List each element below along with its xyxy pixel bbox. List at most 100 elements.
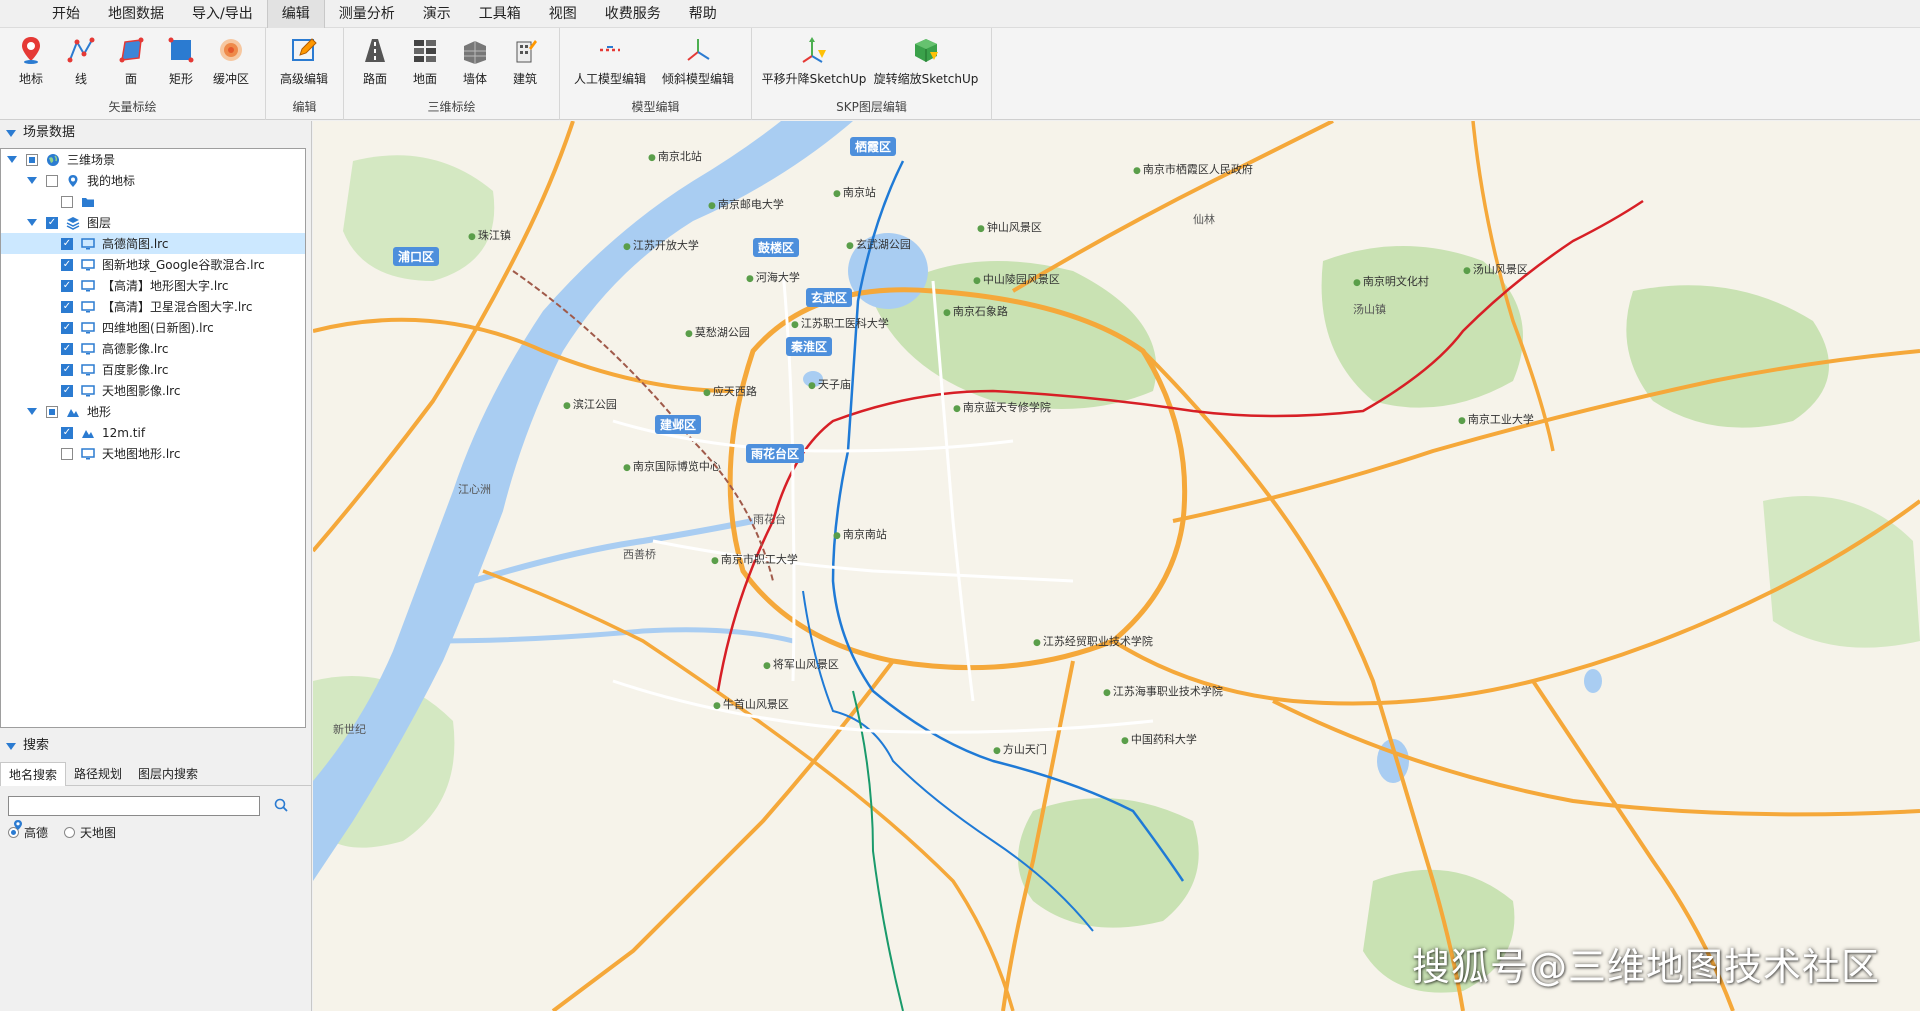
tab-route-planning[interactable]: 路径规划 bbox=[66, 762, 130, 786]
tree-checkbox[interactable]: ✓ bbox=[61, 300, 73, 313]
place-label: 南京蓝天专修学院 bbox=[953, 399, 1051, 415]
place-label: 新世纪 bbox=[333, 723, 366, 736]
search-input[interactable] bbox=[8, 796, 260, 816]
search-title: 搜索 bbox=[23, 738, 50, 753]
tree-checkbox[interactable]: ✓ bbox=[61, 237, 73, 250]
menu-help[interactable]: 帮助 bbox=[675, 0, 731, 28]
place-label: 南京邮电大学 bbox=[708, 196, 784, 212]
road-surface-button[interactable]: 路面 bbox=[350, 32, 400, 92]
expand-icon[interactable] bbox=[27, 177, 37, 184]
expand-icon[interactable] bbox=[27, 219, 37, 226]
map-canvas bbox=[313, 121, 1920, 1011]
tree-terrain-item[interactable]: 天地图地形.lrc bbox=[1, 443, 305, 464]
tree-label: 图层 bbox=[87, 216, 112, 230]
menu-import-export[interactable]: 导入/导出 bbox=[178, 0, 267, 28]
radio-tianditu[interactable] bbox=[64, 827, 76, 838]
advanced-edit-button[interactable]: 高级编辑 bbox=[272, 32, 336, 92]
building-button[interactable]: 建筑 bbox=[500, 32, 550, 92]
place-label: 仙林 bbox=[1193, 213, 1215, 226]
tree-node-root[interactable]: 三维场景 bbox=[1, 149, 305, 170]
ribbon-group-skp-edit: 平移升降SketchUp 旋转缩放SketchUp SKP图层编辑 bbox=[752, 28, 992, 120]
menu-demo[interactable]: 演示 bbox=[409, 0, 465, 28]
district-label: 鼓楼区 bbox=[753, 238, 800, 257]
place-label: 汤山镇 bbox=[1353, 303, 1386, 316]
tree-checkbox[interactable]: ✓ bbox=[61, 279, 73, 292]
ground-label: 地面 bbox=[412, 72, 437, 86]
manual-model-edit-button[interactable]: 人工模型编辑 bbox=[566, 32, 654, 92]
tree-layer-item[interactable]: ✓ 高德简图.lrc bbox=[1, 233, 305, 254]
menu-start[interactable]: 开始 bbox=[38, 0, 94, 28]
tree-checkbox[interactable] bbox=[46, 174, 58, 187]
monitor-icon bbox=[80, 363, 96, 377]
menu-edit[interactable]: 编辑 bbox=[266, 0, 325, 28]
tab-place-search[interactable]: 地名搜索 bbox=[0, 762, 67, 786]
polygon-button[interactable]: 面 bbox=[106, 32, 156, 92]
wall-button[interactable]: 墙体 bbox=[450, 32, 500, 92]
tree-checkbox[interactable] bbox=[61, 447, 73, 460]
tree-layer-item[interactable]: ✓ 百度影像.lrc bbox=[1, 359, 305, 380]
tree-terrain-item[interactable]: ✓ 12m.tif bbox=[1, 422, 305, 443]
menu-map-data[interactable]: 地图数据 bbox=[94, 0, 178, 28]
menu-paid-services[interactable]: 收费服务 bbox=[591, 0, 675, 28]
tree-layer-item[interactable]: ✓ 四维地图(日新图).lrc bbox=[1, 317, 305, 338]
oblique-model-edit-button[interactable]: 倾斜模型编辑 bbox=[654, 32, 742, 92]
tree-checkbox[interactable] bbox=[26, 153, 38, 166]
building-label: 建筑 bbox=[512, 72, 537, 86]
ground-button[interactable]: 地面 bbox=[400, 32, 450, 92]
search-icon[interactable] bbox=[274, 798, 288, 815]
tree-checkbox[interactable]: ✓ bbox=[61, 384, 73, 397]
tree-checkbox[interactable]: ✓ bbox=[61, 426, 73, 439]
landmark-button[interactable]: 地标 bbox=[6, 32, 56, 92]
tree-checkbox[interactable] bbox=[46, 405, 58, 418]
buffer-label: 缓冲区 bbox=[212, 72, 249, 86]
tree-node-layers[interactable]: ✓ 图层 bbox=[1, 212, 305, 233]
expand-icon[interactable] bbox=[7, 156, 17, 163]
place-label: 滨江公园 bbox=[563, 396, 617, 412]
tree-layer-item[interactable]: ✓ 【高清】卫星混合图大字.lrc bbox=[1, 296, 305, 317]
tab-layer-search[interactable]: 图层内搜索 bbox=[130, 762, 206, 786]
buffer-button[interactable]: 缓冲区 bbox=[206, 32, 256, 92]
tree-checkbox[interactable]: ✓ bbox=[61, 258, 73, 271]
place-label: 南京工业大学 bbox=[1458, 411, 1534, 427]
monitor-icon bbox=[80, 342, 96, 356]
place-label: 汤山风景区 bbox=[1463, 261, 1528, 277]
tree-checkbox[interactable]: ✓ bbox=[61, 342, 73, 355]
tree-layer-item[interactable]: ✓ 高德影像.lrc bbox=[1, 338, 305, 359]
translate-lift-sketchup-button[interactable]: 平移升降SketchUp bbox=[758, 32, 870, 92]
tree-node-terrain[interactable]: 地形 bbox=[1, 401, 305, 422]
tree-checkbox[interactable]: ✓ bbox=[61, 363, 73, 376]
scene-data-header[interactable]: 场景数据 bbox=[0, 121, 311, 145]
radio-tianditu-label[interactable]: 天地图 bbox=[80, 824, 116, 841]
tree-node-my-marks[interactable]: 我的地标 bbox=[1, 170, 305, 191]
ribbon-group-title: SKP图层编辑 bbox=[836, 100, 907, 114]
menu-toolbox[interactable]: 工具箱 bbox=[465, 0, 535, 28]
tree-layer-item[interactable]: ✓ 天地图影像.lrc bbox=[1, 380, 305, 401]
wall-label: 墙体 bbox=[462, 72, 487, 86]
rectangle-label: 矩形 bbox=[168, 72, 193, 86]
radio-gaode-label[interactable]: 高德 bbox=[24, 824, 48, 841]
road-icon bbox=[359, 34, 391, 66]
tree-node-folder[interactable] bbox=[1, 191, 305, 212]
scene-tree[interactable]: 三维场景 我的地标 ✓ 图层 ✓ 高德简图.lrc ✓ 图新地球_Google谷… bbox=[0, 148, 306, 728]
tree-layer-item[interactable]: ✓ 【高清】地形图大字.lrc bbox=[1, 275, 305, 296]
polyline-icon bbox=[65, 34, 97, 66]
tree-checkbox[interactable]: ✓ bbox=[46, 216, 58, 229]
left-panel: 场景数据 三维场景 我的地标 ✓ 图层 ✓ 高德简图.lrc ✓ 图新地球_Go… bbox=[0, 121, 312, 1011]
expand-icon[interactable] bbox=[27, 408, 37, 415]
ribbon-group-title: 矢量标绘 bbox=[108, 100, 157, 114]
menu-measure[interactable]: 测量分析 bbox=[325, 0, 409, 28]
terrain-icon bbox=[80, 426, 96, 440]
rectangle-button[interactable]: 矩形 bbox=[156, 32, 206, 92]
location-pin-icon bbox=[13, 819, 23, 834]
menu-view[interactable]: 视图 bbox=[535, 0, 591, 28]
rotate-scale-sketchup-label: 旋转缩放SketchUp bbox=[873, 72, 979, 86]
tree-layer-item[interactable]: ✓ 图新地球_Google谷歌混合.lrc bbox=[1, 254, 305, 275]
tree-checkbox[interactable] bbox=[61, 195, 73, 208]
rotate-scale-sketchup-button[interactable]: 旋转缩放SketchUp bbox=[870, 32, 982, 92]
line-button[interactable]: 线 bbox=[56, 32, 106, 92]
place-label: 珠江镇 bbox=[468, 227, 511, 243]
tree-checkbox[interactable]: ✓ bbox=[61, 321, 73, 334]
map-view[interactable]: 栖霞区 鼓楼区 玄武区 秦淮区 建邺区 雨花台区 浦口区 南京市栖霞区人民政府 … bbox=[313, 121, 1920, 1011]
search-header[interactable]: 搜索 bbox=[0, 734, 312, 758]
dashed-axis-icon bbox=[594, 34, 626, 66]
